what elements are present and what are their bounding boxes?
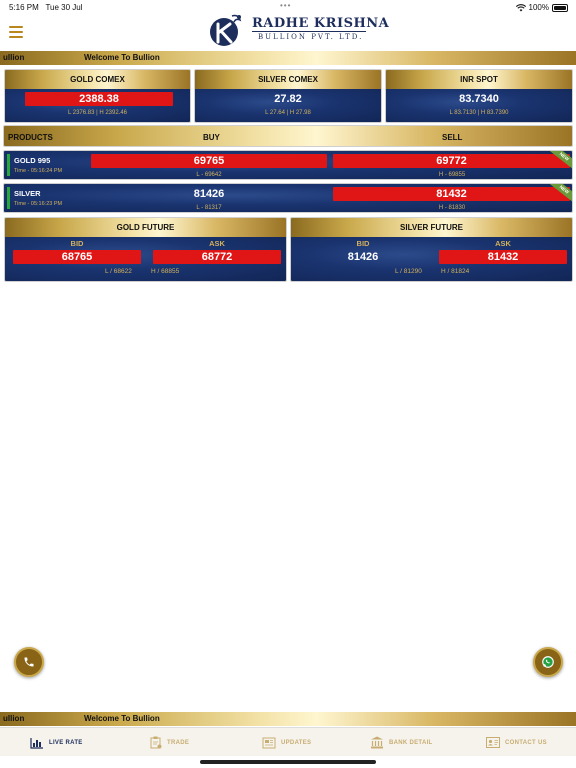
- silver-future-bid: 81426: [347, 251, 379, 263]
- gold-future-bid: 68765: [13, 250, 141, 264]
- live-indicator: [7, 154, 10, 176]
- tab-label: TRADE: [167, 739, 190, 746]
- buy-low: L - 81317: [196, 205, 222, 211]
- sell-price: 69772: [333, 154, 570, 168]
- sell-price: 81432: [333, 187, 570, 201]
- product-name: SILVER: [14, 189, 41, 198]
- silver-future-high: H / 81824: [441, 268, 470, 275]
- whatsapp-button[interactable]: [533, 647, 563, 677]
- gold-comex-range: L 2376.83 | H 2392.46: [67, 110, 128, 116]
- news-icon: [262, 737, 276, 748]
- brand-logo: RADHE KRISHNA BULLION PVT. LTD.: [208, 12, 389, 50]
- buy-price: 69765: [91, 154, 327, 168]
- silver-comex-value: 27.82: [274, 93, 302, 105]
- sell-col-label: SELL: [442, 133, 463, 142]
- buy-price: 81426: [193, 188, 225, 200]
- gold-comex-title: GOLD COMEX: [5, 70, 190, 89]
- ticker-text: Welcome To Bullion: [84, 53, 160, 62]
- contact-card-icon: [486, 737, 500, 748]
- ask-label: ASK: [495, 239, 511, 248]
- bid-label: BID: [356, 239, 370, 248]
- silver-future-title: SILVER FUTURE: [291, 218, 572, 237]
- silver-comex-card: SILVER COMEX 27.82 L 27.64 | H 27.98: [194, 69, 382, 123]
- buy-low: L - 69642: [196, 172, 222, 178]
- inr-spot-range: L 83.7130 | H 83.7390: [449, 110, 509, 116]
- tab-bank-detail[interactable]: BANK DETAIL: [370, 728, 433, 757]
- hamburger-icon: [9, 26, 23, 28]
- multitask-dots: •••: [280, 1, 292, 10]
- menu-button[interactable]: [9, 26, 23, 38]
- inr-spot-card: INR SPOT 83.7340 L 83.7130 | H 83.7390: [385, 69, 573, 123]
- app-header: RADHE KRISHNA BULLION PVT. LTD.: [0, 10, 576, 50]
- bank-icon: [371, 736, 383, 749]
- silver-future-low: L / 81290: [395, 268, 422, 275]
- gold-future-low: L / 68622: [105, 268, 132, 275]
- product-row-gold-995[interactable]: GOLD 995 Time - 05:16:24 PM 69765 69772 …: [3, 150, 573, 180]
- tab-label: CONTACT US: [505, 739, 547, 746]
- tab-label: UPDATES: [281, 739, 312, 746]
- gold-future-ask: 68772: [153, 250, 281, 264]
- gold-comex-value: 2388.38: [25, 92, 173, 106]
- tab-live-rate[interactable]: LIVE RATE: [30, 728, 83, 757]
- buy-col-label: BUY: [203, 133, 220, 142]
- sell-high: H - 69855: [438, 172, 466, 178]
- brand-divider: [252, 31, 366, 32]
- product-time: Time - 05:16:24 PM: [14, 168, 63, 174]
- call-button[interactable]: [14, 647, 44, 677]
- news-ticker: ullion Welcome To Bullion: [0, 51, 576, 65]
- products-header: PRODUCTS BUY SELL: [3, 125, 573, 147]
- product-row-silver[interactable]: SILVER Time - 05:16:23 PM 81426 81432 L …: [3, 183, 573, 213]
- inr-spot-value: 83.7340: [459, 93, 499, 105]
- silver-future-card: SILVER FUTURE BID ASK 81426 81432 L / 81…: [290, 217, 573, 282]
- product-name: GOLD 995: [14, 156, 51, 165]
- sell-high: H - 81830: [438, 205, 466, 211]
- inr-spot-title: INR SPOT: [386, 70, 572, 89]
- tab-updates[interactable]: UPDATES: [262, 728, 311, 757]
- clipboard-icon: [150, 736, 162, 749]
- home-indicator[interactable]: [200, 760, 376, 764]
- whatsapp-icon: [542, 656, 554, 668]
- ticker-fragment: ullion: [3, 714, 25, 723]
- krishna-logo-icon: [210, 14, 242, 46]
- bottom-news-ticker: ullion Welcome To Bullion: [0, 712, 576, 726]
- ask-label: ASK: [209, 239, 225, 248]
- phone-icon: [24, 657, 34, 667]
- product-time: Time - 05:16:23 PM: [14, 201, 63, 207]
- silver-future-ask: 81432: [439, 250, 567, 264]
- ticker-text: Welcome To Bullion: [84, 714, 160, 723]
- ticker-fragment: ullion: [3, 53, 25, 62]
- gold-future-title: GOLD FUTURE: [5, 218, 286, 237]
- gold-comex-card: GOLD COMEX 2388.38 L 2376.83 | H 2392.46: [4, 69, 191, 123]
- bottom-tab-bar: LIVE RATE TRADE UPDATES BANK DETAIL CONT…: [0, 727, 576, 756]
- bid-label: BID: [70, 239, 84, 248]
- chart-icon: [30, 737, 43, 749]
- tab-label: LIVE RATE: [49, 739, 83, 746]
- tab-label: BANK DETAIL: [389, 739, 433, 746]
- tab-contact-us[interactable]: CONTACT US: [486, 728, 547, 757]
- tab-trade[interactable]: TRADE: [150, 728, 189, 757]
- products-col-label: PRODUCTS: [8, 133, 53, 142]
- brand-title: RADHE KRISHNA: [252, 16, 390, 31]
- silver-comex-range: L 27.64 | H 27.98: [265, 110, 311, 116]
- live-indicator: [7, 187, 10, 209]
- gold-future-card: GOLD FUTURE BID ASK 68765 68772 L / 6862…: [4, 217, 287, 282]
- silver-comex-title: SILVER COMEX: [195, 70, 381, 89]
- brand-subtitle: BULLION PVT. LTD.: [258, 33, 364, 41]
- gold-future-high: H / 68855: [151, 268, 180, 275]
